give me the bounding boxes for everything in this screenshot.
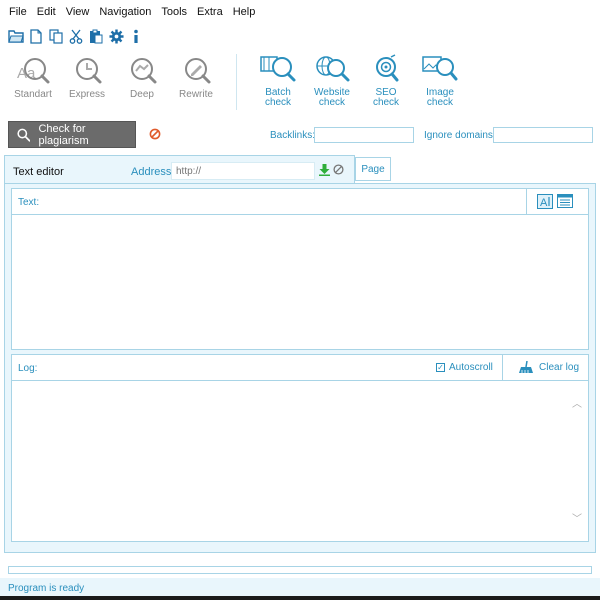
menu-extra[interactable]: Extra (192, 6, 228, 18)
menu-navigation[interactable]: Navigation (94, 6, 156, 18)
check-row: Check for plagiarism Backlinks: Ignore d… (0, 118, 600, 152)
standart-mode-button[interactable]: Aa Standart (8, 54, 58, 112)
menu-edit[interactable]: Edit (32, 6, 61, 18)
batch-check-button[interactable]: Batch check (253, 54, 303, 112)
rewrite-mode-icon (185, 58, 211, 84)
scroll-down-icon[interactable]: ﹀ (572, 510, 582, 525)
paste-icon[interactable] (88, 28, 104, 44)
text-tools: A (526, 189, 588, 214)
checkbox-checked-icon: ✓ (436, 362, 445, 372)
menu-view[interactable]: View (61, 6, 95, 18)
seo-check-label: SEO check (373, 88, 399, 108)
deep-mode-icon (131, 58, 157, 84)
address-label: Address: (131, 166, 175, 178)
image-check-label: Image check (426, 88, 454, 108)
text-panel-label: Text: (18, 197, 40, 208)
log-panel-header: Log: ✓ Autoscroll Clear log (12, 355, 588, 381)
express-mode-label: Express (68, 89, 106, 100)
seo-check-label-line2: check (372, 97, 400, 108)
text-format-icon[interactable]: A (537, 194, 553, 212)
search-icon (17, 128, 31, 142)
rewrite-mode-button[interactable]: Rewrite (171, 54, 221, 112)
work-area: Text: A Log: ✓ Autoscroll Clear log ︿ ﹀ (4, 183, 596, 553)
ribbon: Aa Standart Express Deep Rewrite Batch c… (0, 48, 600, 114)
text-view-icon[interactable] (557, 194, 573, 211)
quick-toolbar (0, 24, 600, 48)
text-panel-header: Text: A (12, 189, 588, 215)
tab-text-editor[interactable]: Text editor Address: (4, 155, 355, 184)
seo-check-icon (376, 54, 399, 82)
autoscroll-checkbox[interactable]: ✓ Autoscroll (436, 362, 493, 373)
clear-log-button[interactable]: Clear log (518, 361, 579, 374)
new-file-icon[interactable] (28, 28, 44, 44)
autoscroll-label: Autoscroll (449, 362, 493, 373)
ignore-domains-input[interactable] (493, 127, 593, 143)
settings-gear-icon[interactable] (108, 28, 124, 44)
check-for-plagiarism-label: Check for plagiarism (38, 122, 89, 147)
window-bottom-edge (0, 596, 600, 600)
standart-mode-icon: Aa (17, 58, 50, 84)
clear-address-icon[interactable] (333, 164, 344, 178)
website-check-label-line2: check (318, 97, 346, 108)
copy-icon[interactable] (48, 28, 64, 44)
scroll-up-icon[interactable]: ︿ (572, 395, 582, 410)
deep-mode-label: Deep (130, 89, 154, 100)
standart-mode-label: Standart (14, 89, 52, 100)
express-mode-icon (76, 58, 102, 84)
progress-bar (8, 566, 592, 574)
deep-mode-button[interactable]: Deep (117, 54, 167, 112)
tab-text-editor-label: Text editor (13, 166, 64, 178)
log-panel-label: Log: (18, 363, 38, 374)
website-check-button[interactable]: Website check (307, 54, 357, 112)
image-check-button[interactable]: Image check (415, 54, 465, 112)
image-check-icon (422, 56, 458, 81)
tab-page[interactable]: Page (355, 157, 391, 181)
backlinks-input[interactable] (314, 127, 414, 143)
download-arrow-icon[interactable] (319, 164, 330, 179)
check-for-plagiarism-button[interactable]: Check for plagiarism (8, 121, 136, 148)
menu-bar: File Edit View Navigation Tools Extra He… (0, 0, 600, 24)
batch-check-icon (260, 56, 296, 82)
svg-text:A: A (540, 197, 548, 209)
stop-icon[interactable] (149, 128, 161, 143)
ignore-domains-label: Ignore domains: (424, 130, 496, 141)
clear-log-label: Clear log (539, 362, 580, 373)
batch-check-label-line2: check (264, 97, 292, 108)
status-text: Program is ready (8, 583, 85, 594)
text-panel: Text: A (11, 188, 589, 350)
seo-check-button[interactable]: SEO check (361, 54, 411, 112)
address-input[interactable] (171, 162, 315, 180)
batch-check-label: Batch check (265, 88, 291, 108)
log-header-separator (502, 355, 503, 381)
menu-file[interactable]: File (4, 6, 32, 18)
menu-help[interactable]: Help (228, 6, 261, 18)
rewrite-mode-label: Rewrite (179, 89, 213, 100)
image-check-label-line2: check (426, 97, 454, 108)
backlinks-label: Backlinks: (270, 130, 316, 141)
cut-icon[interactable] (68, 28, 84, 44)
menu-tools[interactable]: Tools (156, 6, 192, 18)
info-icon[interactable] (128, 28, 144, 44)
website-check-icon (316, 56, 350, 82)
open-folder-icon[interactable] (8, 28, 24, 44)
express-mode-button[interactable]: Express (62, 54, 112, 112)
tab-strip: Text editor Address: Page (4, 155, 596, 184)
broom-icon (519, 361, 533, 373)
website-check-label: Website check (314, 88, 350, 108)
ribbon-separator (236, 54, 237, 110)
log-panel: Log: ✓ Autoscroll Clear log ︿ ﹀ (11, 354, 589, 542)
